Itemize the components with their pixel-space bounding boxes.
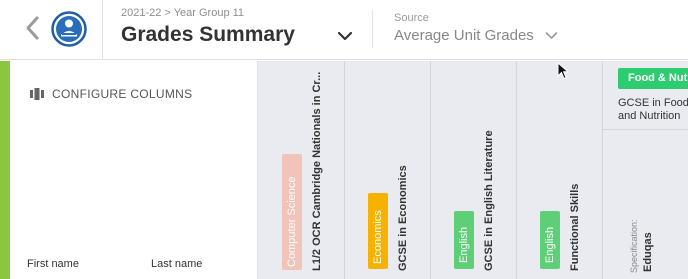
header-divider xyxy=(372,10,373,48)
subject-badge: Computer Science xyxy=(282,154,302,270)
subject-badge-label: English xyxy=(544,226,556,263)
subject-badge: English xyxy=(540,211,560,269)
configure-columns-button[interactable]: CONFIGURE COLUMNS xyxy=(30,85,192,103)
qualification-label: Functional Skills xyxy=(569,183,581,271)
qualification-label: L1/2 OCR Cambridge Nationals in Cr... xyxy=(311,71,323,271)
last-name-header[interactable]: Last name xyxy=(151,258,202,270)
qualification-label: GCSE in Economics xyxy=(397,165,409,271)
specification-value: Eduqas xyxy=(642,232,654,272)
source-dropdown[interactable]: Average Unit Grades xyxy=(394,27,534,44)
columns-icon xyxy=(30,88,44,100)
subject-badge-label: English xyxy=(458,226,470,263)
page-title[interactable]: Grades Summary xyxy=(121,23,295,47)
top-header: 2021-22 > Year Group 11 Grades Summary S… xyxy=(0,0,688,60)
user-group-avatar-icon xyxy=(51,11,87,47)
selection-indicator xyxy=(0,61,10,279)
header-divider xyxy=(102,0,103,60)
qualification-label: GCSE in English Literature xyxy=(483,130,495,271)
subject-badge: Economics xyxy=(368,193,388,269)
qualification-line: GCSE in Food xyxy=(618,97,688,109)
qualification-label[interactable]: GCSE in Food and Nutrition xyxy=(618,97,688,123)
subject-badge-label: Computer Science xyxy=(286,176,298,268)
configure-columns-label: CONFIGURE COLUMNS xyxy=(52,87,193,101)
chevron-down-icon[interactable] xyxy=(545,31,558,40)
subject-column[interactable]: English GCSE in English Literature xyxy=(431,61,517,279)
subject-badge: English xyxy=(454,211,474,269)
subject-badge-label: Economics xyxy=(372,210,384,264)
breadcrumb[interactable]: 2021-22 > Year Group 11 xyxy=(121,7,244,19)
chevron-down-icon[interactable] xyxy=(337,30,353,42)
specification-label: Specification: xyxy=(629,219,639,273)
first-name-header[interactable]: First name xyxy=(27,258,79,270)
subject-column[interactable]: Economics GCSE in Economics xyxy=(345,61,431,279)
subject-column[interactable]: Computer Science L1/2 OCR Cambridge Nati… xyxy=(258,61,345,279)
subject-columns: Computer Science L1/2 OCR Cambridge Nati… xyxy=(258,61,688,279)
subject-badge[interactable]: Food & Nutr xyxy=(618,68,688,89)
source-label: Source xyxy=(394,12,429,24)
student-name-panel: CONFIGURE COLUMNS First name Last name xyxy=(0,61,258,279)
mouse-cursor-icon xyxy=(557,62,569,80)
back-chevron-icon[interactable] xyxy=(22,14,44,42)
subject-column[interactable]: English Functional Skills xyxy=(517,61,603,279)
divider xyxy=(603,129,688,130)
qualification-line: and Nutrition xyxy=(618,110,681,122)
